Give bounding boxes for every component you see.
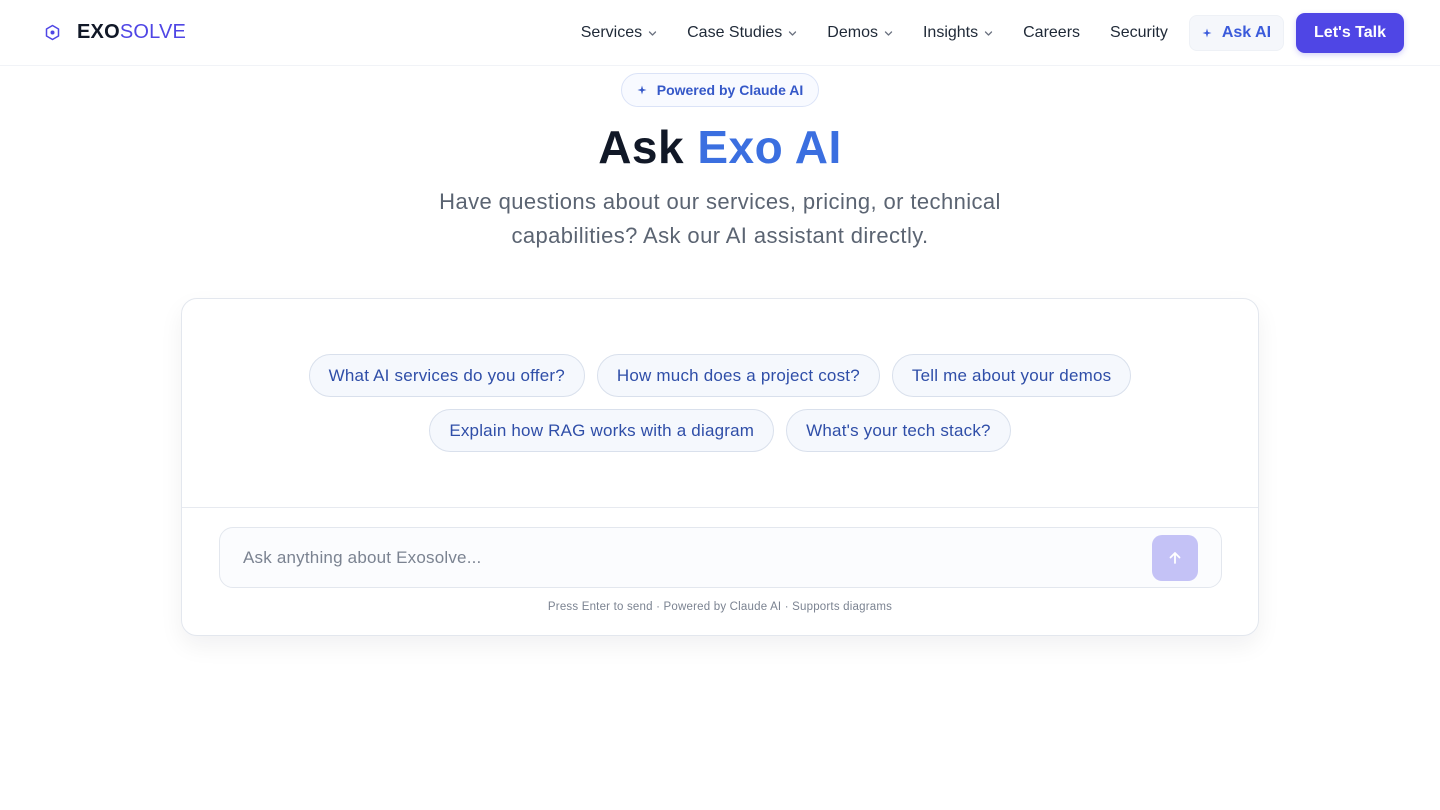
ask-ai-label: Ask AI [1221, 23, 1272, 41]
logo-wordmark-bold: EXO [77, 21, 120, 43]
chat-input[interactable] [243, 547, 1198, 568]
title-accent: Exo AI [697, 121, 842, 173]
suggestion-chip-demos[interactable]: Tell me about your demos [891, 354, 1132, 397]
suggestion-row: What AI services do you offer? How much … [308, 354, 1132, 397]
powered-by-badge: Powered by Claude AI [621, 73, 819, 107]
suggestion-row: Explain how RAG works with a diagram Wha… [429, 409, 1011, 452]
page-subtitle: Have questions about our services, prici… [439, 189, 1001, 248]
nav-item-services[interactable]: Services [566, 13, 672, 53]
hexagon-icon [44, 24, 61, 41]
chat-input-container [219, 527, 1222, 588]
send-button[interactable] [1152, 535, 1198, 581]
site-header: EXOSOLVE Services Case Studies Demos Ins… [0, 0, 1440, 66]
nav-item-case-studies[interactable]: Case Studies [672, 13, 812, 53]
logo-wordmark-light: SOLVE [119, 21, 187, 43]
nav-item-label: Security [1110, 23, 1168, 41]
arrow-up-icon [1167, 550, 1183, 566]
nav-item-label: Services [580, 23, 643, 41]
page-title: Ask Exo AI [0, 120, 1440, 174]
chat-card: What AI services do you offer? How much … [181, 298, 1259, 636]
chevron-down-icon [648, 29, 657, 38]
logo[interactable]: EXOSOLVE [44, 21, 186, 44]
title-main: Ask [598, 121, 685, 173]
ask-ai-button[interactable]: Ask AI [1188, 14, 1285, 51]
chevron-down-icon [884, 29, 893, 38]
logo-wordmark: EXOSOLVE [77, 21, 186, 44]
nav-item-security[interactable]: Security [1095, 13, 1183, 53]
sparkle-icon [637, 85, 647, 95]
nav-item-label: Case Studies [687, 23, 783, 41]
badge-label: Powered by Claude AI [656, 82, 804, 98]
divider [182, 507, 1258, 508]
lets-talk-button[interactable]: Let's Talk [1296, 12, 1404, 53]
suggestion-chip-rag[interactable]: Explain how RAG works with a diagram [429, 409, 775, 452]
nav-item-label: Demos [827, 23, 878, 41]
main-nav: Services Case Studies Demos Insights Car… [566, 12, 1404, 53]
nav-item-label: Insights [922, 23, 979, 41]
chevron-down-icon [788, 29, 797, 38]
chevron-down-icon [984, 29, 993, 38]
sparkle-icon [1202, 28, 1212, 38]
nav-item-insights[interactable]: Insights [908, 13, 1008, 53]
suggestion-chip-cost[interactable]: How much does a project cost? [596, 354, 880, 397]
suggestion-list: What AI services do you offer? How much … [182, 354, 1258, 452]
nav-item-label: Careers [1023, 23, 1081, 41]
suggestion-chip-services[interactable]: What AI services do you offer? [308, 354, 585, 397]
nav-item-demos[interactable]: Demos [812, 13, 908, 53]
nav-item-careers[interactable]: Careers [1008, 13, 1095, 53]
input-hint: Press Enter to send · Powered by Claude … [547, 601, 893, 613]
suggestion-chip-tech-stack[interactable]: What's your tech stack? [786, 409, 1011, 452]
